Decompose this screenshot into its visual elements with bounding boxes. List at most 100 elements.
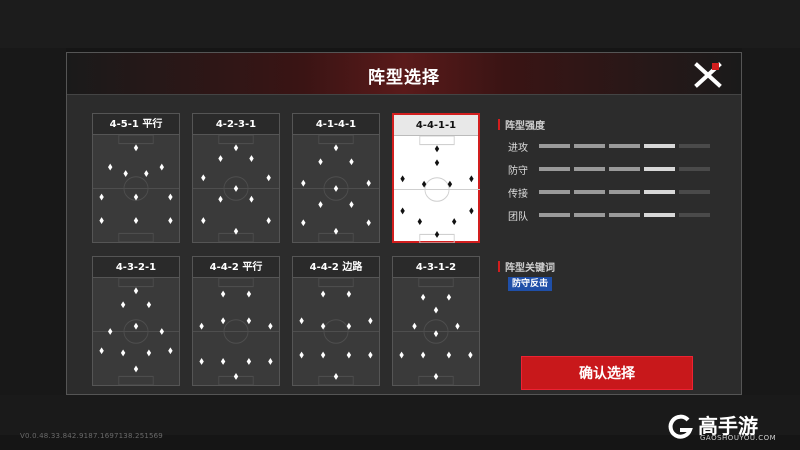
formation-label: 4-4-1-1	[394, 115, 478, 136]
player-marker	[99, 193, 104, 201]
player-marker	[368, 317, 373, 325]
player-marker	[168, 347, 173, 355]
player-marker	[455, 322, 460, 330]
logo-icon	[668, 414, 693, 439]
stat-bar-segment	[609, 190, 640, 194]
formation-label: 4-2-3-1	[193, 114, 279, 135]
pitch-bottom-box	[118, 375, 154, 385]
player-marker	[268, 322, 273, 330]
pitch-top-box	[218, 278, 254, 288]
player-marker	[318, 201, 323, 208]
stat-bar-segment	[644, 144, 675, 148]
player-marker	[320, 290, 326, 298]
title-accent-bar	[498, 261, 500, 272]
player-marker	[133, 322, 139, 330]
player-marker	[446, 293, 452, 301]
player-marker	[249, 195, 254, 203]
formation-strength-title: 阵型强度	[498, 117, 545, 132]
player-marker	[168, 217, 173, 225]
stat-bar-segment	[644, 167, 675, 171]
player-marker	[218, 155, 223, 162]
player-marker	[159, 328, 165, 335]
pitch-top-box	[318, 135, 354, 145]
stat-bar-segment	[609, 167, 640, 171]
player-marker	[318, 158, 323, 166]
background-left-panel	[0, 48, 66, 395]
player-marker	[320, 351, 326, 359]
player-marker	[299, 317, 304, 325]
player-marker	[99, 347, 104, 355]
player-marker	[120, 349, 126, 357]
formation-card[interactable]: 4-3-1-2	[392, 256, 480, 386]
player-marker	[451, 218, 457, 226]
player-marker	[468, 351, 473, 359]
stat-bar-segment	[609, 144, 640, 148]
player-marker	[412, 322, 417, 330]
player-marker	[433, 306, 439, 314]
player-marker	[266, 174, 271, 182]
player-marker	[446, 351, 452, 359]
pitch-diagram	[193, 278, 279, 385]
version-label: V0.0.48.33.842.9187.1697138.251569	[20, 432, 163, 440]
pitch-top-box	[118, 278, 154, 288]
player-marker	[417, 218, 423, 226]
player-marker	[233, 144, 239, 152]
dialog-title: 阵型选择	[368, 68, 440, 88]
stat-bar-segment	[679, 213, 710, 217]
stat-bar-segment	[574, 167, 605, 171]
stat-bar-segment	[539, 190, 570, 194]
player-marker	[133, 193, 139, 201]
stat-bar-segment	[574, 190, 605, 194]
formation-card[interactable]: 4-5-1 平行	[92, 113, 180, 243]
stat-bar-segment	[679, 190, 710, 194]
stat-bar-segment	[574, 144, 605, 148]
formation-card[interactable]: 4-4-2 平行	[192, 256, 280, 386]
formation-card[interactable]: 4-4-2 边路	[292, 256, 380, 386]
stat-bar-segment	[609, 213, 640, 217]
player-marker	[420, 351, 426, 359]
stat-bar-segment	[679, 144, 710, 148]
stat-label: 防守	[508, 166, 528, 177]
player-marker	[133, 217, 139, 225]
player-marker	[333, 373, 339, 380]
watermark-logo: 高手游 GAOSHOUYOU.COM	[666, 408, 796, 448]
player-marker	[144, 170, 149, 177]
confirm-selection-button[interactable]: 确认选择	[521, 356, 693, 390]
player-marker	[99, 217, 104, 225]
stat-bar-segment	[644, 213, 675, 217]
keyword-tag: 防守反击	[508, 277, 553, 291]
formation-label: 4-3-1-2	[393, 257, 479, 278]
formation-card[interactable]: 4-2-3-1	[192, 113, 280, 243]
player-marker	[220, 290, 226, 298]
stat-bar-segment	[644, 190, 675, 194]
player-marker	[133, 287, 139, 295]
player-marker	[133, 144, 139, 152]
player-marker	[366, 179, 371, 187]
player-marker	[220, 317, 226, 325]
pitch-top-box	[419, 136, 455, 146]
stat-row: 传接	[508, 185, 718, 200]
formation-card[interactable]: 4-4-1-1	[392, 113, 480, 243]
formation-card[interactable]: 4-3-2-1	[92, 256, 180, 386]
formation-label: 4-3-2-1	[93, 257, 179, 278]
player-marker	[420, 293, 426, 301]
player-marker	[434, 231, 440, 238]
pitch-diagram	[394, 136, 480, 243]
player-marker	[400, 175, 405, 183]
pitch-diagram	[93, 135, 179, 242]
stat-bar-segment	[539, 144, 570, 148]
close-button[interactable]	[693, 61, 723, 89]
stat-label: 进攻	[508, 143, 528, 154]
player-marker	[346, 351, 352, 359]
stat-row: 团队	[508, 208, 718, 223]
stat-label: 传接	[508, 189, 528, 200]
stat-row: 防守	[508, 162, 718, 177]
player-marker	[301, 219, 306, 227]
pitch-top-box	[418, 278, 454, 288]
player-marker	[333, 185, 339, 192]
player-marker	[400, 207, 405, 215]
pitch-diagram	[293, 278, 379, 385]
stat-bar-segment	[679, 167, 710, 171]
formation-card[interactable]: 4-1-4-1	[292, 113, 380, 243]
formation-label: 4-5-1 平行	[93, 114, 179, 135]
